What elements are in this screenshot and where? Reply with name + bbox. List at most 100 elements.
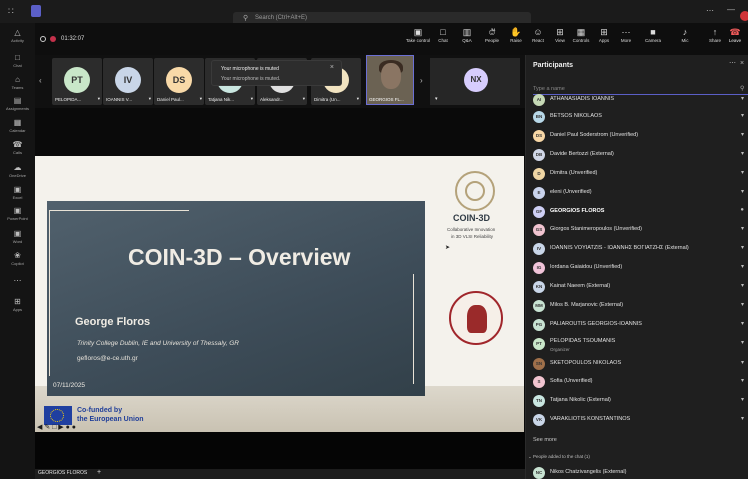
- rail-item-label: Assignments: [6, 106, 29, 111]
- mouse-cursor-icon: ➤: [445, 245, 451, 251]
- avatar: D: [533, 168, 545, 180]
- rail-item-label: Calls: [13, 150, 22, 155]
- app-rail: △ Activity □ Chat ⌂ Teams ▤ Assignments ▦ Calenda…: [0, 23, 35, 479]
- participant-row[interactable]: MM Milos B. Marjanovic (External) ▾: [531, 298, 748, 315]
- rail-item-label: PowerPoint: [7, 216, 28, 221]
- participant-name: IOANNIS VOYIATZIS - ΙΩΑΝΝΗΣ ΒΟΓΙΑΤΖΗΣ (E…: [550, 245, 689, 251]
- participant-name: eleni (Unverified): [550, 189, 592, 195]
- participant-row[interactable]: DB Davide Bertozzi (External) ▾: [531, 147, 748, 164]
- rail-item-calendar[interactable]: ▦ Calendar: [0, 118, 35, 133]
- participant-tile[interactable]: DS Daniel Paul... ▾: [154, 58, 204, 105]
- rail-item-calls[interactable]: ☎ Calls: [0, 140, 35, 155]
- rail-item-chat[interactable]: □ Chat: [0, 53, 35, 68]
- more-button[interactable]: ⋯ More: [611, 27, 641, 43]
- tile-name: Tatjana Nik...: [208, 97, 235, 102]
- participant-row[interactable]: IV IOANNIS VOYIATZIS - ΙΩΑΝΝΗΣ ΒΟΓΙΑΤΖΗΣ …: [531, 241, 748, 258]
- participant-row[interactable]: TN Tatjana Nikolic (External) ▾: [531, 393, 748, 410]
- stage-top: [35, 108, 525, 158]
- camera-button[interactable]: ■ Camera: [638, 27, 668, 43]
- participant-row[interactable]: GS Giorgos Stanimeropoulos (Unverified) ▾: [531, 222, 748, 239]
- mic-off-icon: ▾: [740, 397, 744, 403]
- participant-row[interactable]: PG PALIAROUTIS GEORGIOS-IOANNIS ▾: [531, 317, 748, 334]
- search-icon[interactable]: ⚲: [740, 85, 744, 92]
- rail-item-teams[interactable]: ⌂ Teams: [0, 75, 35, 90]
- avatar: IV: [115, 67, 141, 93]
- participant-row[interactable]: SN SKETOPOULOS NIKOLAOS ▾: [531, 356, 748, 373]
- participant-name: Dimitra (Unverified): [550, 170, 598, 176]
- avatar: KN: [533, 281, 545, 293]
- profile-avatar[interactable]: [740, 11, 748, 21]
- rail-item-powerpoint[interactable]: ▣ PowerPoint: [0, 206, 35, 221]
- participant-row[interactable]: BN BETSOS NIKOLAOS ▾: [531, 109, 748, 126]
- phone-hangup-icon: ☎: [729, 27, 741, 37]
- participant-row[interactable]: GF GEORGIOS FLOROS ●: [531, 204, 748, 221]
- participant-tile-nx[interactable]: NX ▾: [430, 58, 520, 105]
- mic-off-icon: ▾: [740, 416, 744, 422]
- chevron-right-icon[interactable]: ›: [420, 76, 423, 85]
- excel-icon: ▣: [13, 185, 22, 194]
- cloud-icon: ☁: [13, 163, 22, 172]
- avatar: PT: [533, 338, 545, 350]
- people-count-badge: 34: [491, 27, 496, 32]
- rail-item-label: Word: [12, 239, 23, 244]
- meeting-timer: 01:32:07: [61, 36, 85, 42]
- panel-title: Participants: [533, 62, 574, 69]
- close-icon[interactable]: ×: [740, 60, 744, 67]
- avatar: GF: [533, 206, 545, 218]
- minimize-icon[interactable]: —: [727, 5, 735, 14]
- rail-item-activity[interactable]: △ Activity: [0, 28, 35, 43]
- mic-off-icon: ▾: [740, 321, 744, 327]
- rail-item-word[interactable]: ▣ Word: [0, 229, 35, 244]
- participant-row[interactable]: D Dimitra (Unverified) ▾: [531, 166, 748, 183]
- tile-name: Dimitra (Un...: [314, 97, 341, 102]
- participant-tile[interactable]: PT PELOPIDA... ▾: [52, 58, 102, 105]
- avatar: S: [533, 376, 545, 388]
- app-launcher-icon[interactable]: ∷: [8, 7, 17, 16]
- presenter-chip[interactable]: GEORGIOS FLOROS: [38, 470, 87, 476]
- rail-item-more[interactable]: ⋯: [0, 276, 35, 286]
- chevron-left-icon[interactable]: ‹: [39, 76, 42, 85]
- rail-item-apps[interactable]: ⊞ Apps: [0, 297, 35, 312]
- participant-name: Davide Bertozzi (External): [550, 151, 614, 157]
- more-options-icon[interactable]: ⋯: [729, 59, 736, 67]
- participant-row[interactable]: AI ATHANASIADIS IOANNIS ▾: [531, 92, 748, 109]
- participant-row[interactable]: VK VARAKLIOTIS KONSTANTINOS ▾: [531, 412, 748, 429]
- presenter-bar: [35, 469, 525, 479]
- leave-button[interactable]: ☎ Leave: [722, 27, 748, 43]
- university-seal-logo: [449, 291, 503, 345]
- mic-off-icon: ▾: [148, 96, 151, 101]
- participant-name: VARAKLIOTIS KONSTANTINOS: [550, 416, 631, 422]
- participant-name: SKETOPOULOS NIKOLAOS: [550, 360, 622, 366]
- participant-row[interactable]: KN Kainat Naeem (External) ▾: [531, 279, 748, 296]
- mic-button[interactable]: ♪ Mic: [670, 27, 700, 43]
- participant-tile[interactable]: IV IOANNIS V... ▾: [103, 58, 153, 105]
- tile-name: PELOPIDA...: [55, 97, 82, 102]
- control-label: Mic: [681, 38, 689, 43]
- avatar: PT: [64, 67, 90, 93]
- eu-cofunded-line-1: Co-funded by: [77, 407, 123, 414]
- camera-icon: ■: [650, 27, 656, 37]
- participant-row[interactable]: Eeleni (Unverified) ▾: [531, 185, 748, 202]
- video-tile-presenter[interactable]: GEORGIOS FL...: [366, 55, 414, 105]
- participant-name: Milos B. Marjanovic (External): [550, 302, 624, 308]
- participant-row-added[interactable]: NC Nikos Chatzivangelis (External): [531, 465, 748, 479]
- participant-row[interactable]: PT PELOPIDAS TSOUMANIS Organizer ▾: [531, 336, 748, 353]
- see-more-link[interactable]: See more: [533, 437, 557, 443]
- add-icon[interactable]: +: [97, 469, 101, 476]
- rail-item-assignments[interactable]: ▤ Assignments: [0, 96, 35, 111]
- added-section-header[interactable]: ⌄ People added to the chat (1): [528, 454, 590, 460]
- slide-frame-left: [49, 210, 50, 376]
- video-tile-name: GEORGIOS FL...: [369, 97, 404, 102]
- slide-email: gefloros@e-ce.uth.gr: [77, 355, 138, 362]
- participant-row[interactable]: DS Daniel Paul Soderstrom (Unverified) ▾: [531, 128, 748, 145]
- more-options-icon[interactable]: ⋯: [706, 6, 714, 15]
- participant-row[interactable]: IG Iordana Gaiaidou (Unverified) ▾: [531, 260, 748, 277]
- tile-name: Daniel Paul...: [157, 97, 184, 102]
- participant-name: Sofia (Unverified): [550, 378, 593, 384]
- close-icon[interactable]: ×: [330, 64, 334, 71]
- rail-item-copilot[interactable]: ❀ Copilot: [0, 251, 35, 266]
- rail-item-onedrive[interactable]: ☁ OneDrive: [0, 163, 35, 178]
- participant-row[interactable]: S Sofia (Unverified) ▾: [531, 374, 748, 391]
- slide-navigation-controls[interactable]: ◀ ✎ □ ▶ ● ●: [37, 423, 76, 431]
- rail-item-excel[interactable]: ▣ Excel: [0, 185, 35, 200]
